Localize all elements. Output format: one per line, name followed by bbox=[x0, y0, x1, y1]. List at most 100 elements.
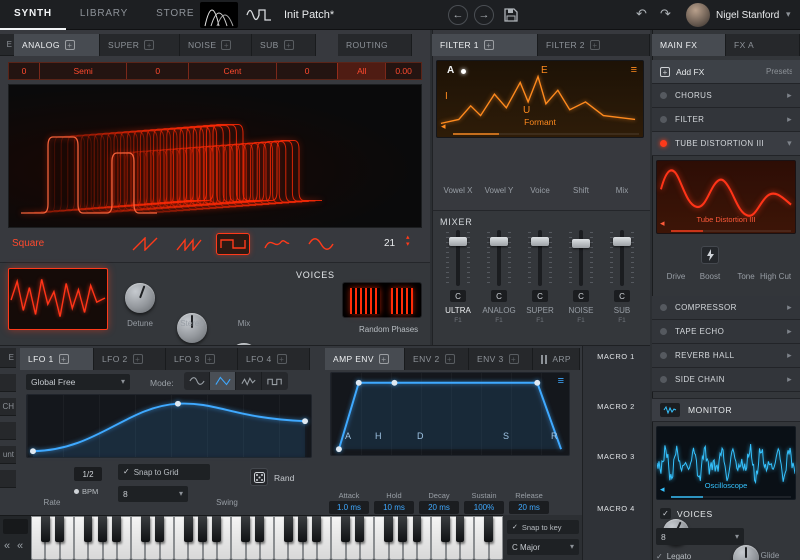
fx-item-tape-echo[interactable]: TAPE ECHO bbox=[652, 320, 800, 344]
tube-scrollbar[interactable] bbox=[671, 230, 791, 232]
piano-black-key[interactable] bbox=[383, 516, 393, 543]
fine-value[interactable]: 0.00 bbox=[385, 63, 421, 79]
solo-button[interactable]: C bbox=[491, 290, 507, 302]
all-label[interactable]: All bbox=[337, 63, 386, 79]
tab-osc-sub[interactable]: SUB bbox=[252, 34, 316, 56]
fx-power-icon[interactable] bbox=[660, 376, 667, 383]
tab-amp-env[interactable]: AMP ENV bbox=[325, 348, 405, 370]
channel-fkey[interactable]: F1 bbox=[518, 317, 562, 324]
formant-xy-cursor[interactable] bbox=[461, 69, 466, 74]
all-value[interactable]: 0 bbox=[275, 63, 338, 79]
grid-division-dropdown[interactable]: 8 bbox=[118, 486, 188, 502]
channel-fkey[interactable]: F1 bbox=[436, 317, 480, 324]
fader-handle[interactable] bbox=[531, 237, 549, 246]
fx-item-tube-distortion[interactable]: TUBE DISTORTION III bbox=[652, 132, 800, 156]
redo-button[interactable] bbox=[660, 7, 671, 20]
user-menu-chevron-icon[interactable] bbox=[786, 10, 791, 19]
release-value[interactable]: 20 ms bbox=[509, 501, 549, 514]
tab-osc-super[interactable]: SUPER bbox=[100, 34, 180, 56]
piano-black-key[interactable] bbox=[40, 516, 50, 543]
filter-prev-icon[interactable] bbox=[441, 122, 446, 131]
tab-main-fx[interactable]: MAIN FX bbox=[652, 34, 726, 56]
wave-square-button[interactable] bbox=[216, 233, 250, 255]
patch-name[interactable]: Init Patch* bbox=[284, 9, 334, 21]
fx-presets-button[interactable]: Presets bbox=[766, 67, 792, 76]
tab-library[interactable]: LIBRARY bbox=[66, 0, 142, 30]
tab-osc-routing[interactable]: ROUTING bbox=[338, 34, 412, 56]
piano-black-key[interactable] bbox=[183, 516, 193, 543]
fx-power-icon[interactable] bbox=[660, 92, 667, 99]
cent-value[interactable]: 0 bbox=[126, 63, 188, 79]
add-icon[interactable] bbox=[276, 354, 287, 364]
clipped-edge-box[interactable] bbox=[0, 374, 16, 392]
sustain-value[interactable]: 100% bbox=[464, 501, 504, 514]
clipped-edge-box[interactable] bbox=[0, 422, 16, 440]
oscilloscope-display[interactable]: Oscilloscope bbox=[656, 426, 796, 500]
lfo-mode-sine[interactable] bbox=[184, 372, 210, 390]
legato-toggle[interactable]: Legato bbox=[656, 552, 691, 560]
solo-button[interactable]: C bbox=[450, 290, 466, 302]
stage-s-label[interactable]: S bbox=[503, 431, 509, 441]
add-icon[interactable] bbox=[483, 40, 494, 50]
piano-black-key[interactable] bbox=[455, 516, 465, 543]
wave-ramp-button[interactable] bbox=[172, 233, 206, 255]
wave-pulse-button[interactable] bbox=[260, 233, 294, 255]
piano-black-key[interactable] bbox=[441, 516, 451, 543]
collapse-icon[interactable] bbox=[787, 139, 792, 148]
lfo-mode-triangle[interactable] bbox=[210, 372, 236, 390]
lfo-curve-display[interactable] bbox=[26, 394, 312, 458]
tab-lfo-1[interactable]: LFO 1 bbox=[20, 348, 94, 370]
unison-count[interactable]: 21 bbox=[384, 238, 395, 249]
boost-button[interactable] bbox=[701, 246, 719, 264]
solo-button[interactable]: C bbox=[573, 290, 589, 302]
expand-icon[interactable] bbox=[787, 303, 792, 312]
monitor-header[interactable]: MONITOR bbox=[652, 398, 800, 422]
piano-black-key[interactable] bbox=[283, 516, 293, 543]
voice-count-dropdown[interactable]: 8 bbox=[656, 528, 744, 545]
clipped-edge-box[interactable] bbox=[0, 470, 16, 488]
tab-synth[interactable]: SYNTH bbox=[0, 0, 66, 30]
piano-black-key[interactable] bbox=[83, 516, 93, 543]
tab-fx-a[interactable]: FX A bbox=[726, 34, 800, 56]
piano-black-key[interactable] bbox=[55, 516, 64, 543]
fx-power-icon[interactable] bbox=[660, 304, 667, 311]
lfo-rate-value[interactable]: 1/2 bbox=[74, 467, 102, 481]
undo-button[interactable] bbox=[636, 7, 647, 20]
fx-item-filter[interactable]: FILTER bbox=[652, 108, 800, 132]
tab-osc-analog[interactable]: ANALOG bbox=[14, 34, 100, 56]
fx-item-side-chain[interactable]: SIDE CHAIN bbox=[652, 368, 800, 392]
step-up-icon[interactable] bbox=[406, 234, 410, 241]
snap-to-key-checkbox[interactable]: Snap to key bbox=[507, 520, 579, 534]
channel-fkey[interactable]: F1 bbox=[559, 317, 603, 324]
add-icon[interactable] bbox=[508, 354, 519, 364]
piano-black-key[interactable] bbox=[112, 516, 122, 543]
lfo-mode-random[interactable] bbox=[236, 372, 262, 390]
piano-black-key[interactable] bbox=[240, 516, 250, 543]
user-avatar[interactable] bbox=[686, 3, 710, 27]
formant-menu-icon[interactable] bbox=[631, 65, 637, 76]
piano-black-key[interactable] bbox=[97, 516, 107, 543]
add-icon[interactable] bbox=[221, 40, 232, 50]
piano-black-key[interactable] bbox=[255, 516, 265, 543]
vowel-e-label[interactable]: E bbox=[541, 65, 548, 76]
fx-item-chorus[interactable]: CHORUS bbox=[652, 84, 800, 108]
semi-value[interactable]: 0 bbox=[9, 63, 39, 79]
add-icon[interactable] bbox=[283, 40, 294, 50]
clipped-edge-tab[interactable]: unt bbox=[0, 446, 16, 464]
patch-artwork-thumbnail[interactable] bbox=[200, 2, 238, 28]
wavetable-thumbnail[interactable] bbox=[8, 268, 108, 330]
tab-lfo-2[interactable]: LFO 2 bbox=[94, 348, 166, 370]
wave-sine-button[interactable] bbox=[304, 233, 338, 255]
channel-fkey[interactable]: F1 bbox=[600, 317, 644, 324]
piano-black-key[interactable] bbox=[412, 516, 422, 543]
tab-store[interactable]: STORE bbox=[142, 0, 208, 30]
tab-lfo-3[interactable]: LFO 3 bbox=[166, 348, 238, 370]
vowel-a-label[interactable]: A bbox=[447, 65, 454, 76]
expand-icon[interactable] bbox=[787, 375, 792, 384]
tab-arp[interactable]: ARP bbox=[533, 348, 580, 370]
add-icon[interactable] bbox=[132, 354, 143, 364]
envelope-menu-icon[interactable] bbox=[558, 376, 564, 387]
add-fx-row[interactable]: Add FX Presets bbox=[652, 60, 800, 84]
monitor-scrollbar[interactable] bbox=[671, 496, 791, 498]
snap-to-grid-checkbox[interactable]: Snap to Grid bbox=[118, 464, 210, 480]
